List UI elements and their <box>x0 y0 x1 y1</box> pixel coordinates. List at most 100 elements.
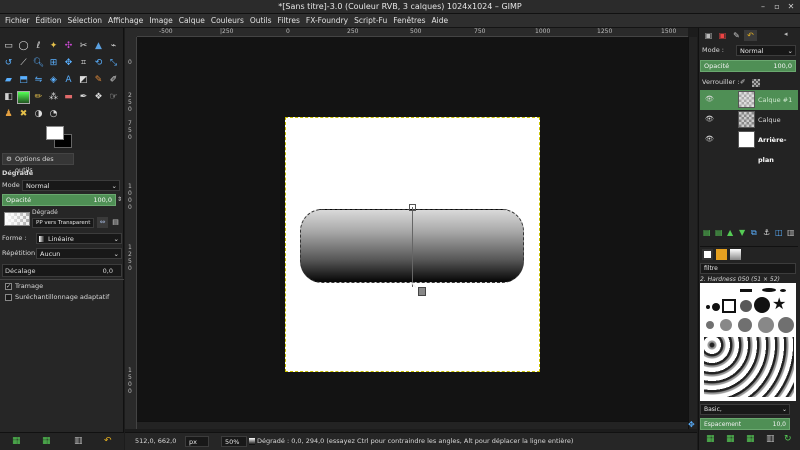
gradient-line[interactable] <box>412 207 413 287</box>
unit-dropdown[interactable]: px <box>185 436 209 447</box>
left-ruler[interactable]: 0 2 5 0 7 5 0 1 0 0 0 1 2 5 0 1 5 0 0 <box>125 37 137 429</box>
tab-layers-icon[interactable]: ▣ <box>702 30 715 41</box>
menu-calque[interactable]: Calque <box>176 14 208 28</box>
new-layer-icon[interactable]: ▤ <box>703 228 711 237</box>
opacity-spinner-icon[interactable]: ⇕ <box>117 194 122 205</box>
lock-pixels-icon[interactable]: ✐ <box>740 77 745 88</box>
brush-grid[interactable]: ★ <box>700 283 796 401</box>
repeat-dropdown[interactable]: Aucun ⌄ <box>36 248 122 259</box>
menu-fenetres[interactable]: Fenêtres <box>390 14 428 28</box>
horizontal-scrollbar[interactable] <box>137 421 688 429</box>
eye-icon[interactable]: 👁︎ <box>705 96 714 103</box>
layer-name[interactable]: Arrière-plan <box>758 130 798 170</box>
shape-dropdown[interactable]: Linéaire ⌄ <box>36 233 122 244</box>
duplicate-brush-icon[interactable]: ▦ <box>746 434 755 444</box>
edit-gradient-icon[interactable]: ▤ <box>110 217 121 228</box>
raise-layer-icon[interactable]: ▲ <box>727 228 733 237</box>
navigate-icon[interactable]: ✥ <box>688 421 697 429</box>
dodge-icon[interactable]: ♟ <box>2 108 15 121</box>
tab-gradients-icon[interactable] <box>730 249 741 260</box>
layer-row[interactable]: 👁︎ Calque <box>700 110 798 130</box>
brush-spacing-slider[interactable]: Espacement 10,0 <box>700 418 790 430</box>
menu-script-fu[interactable]: Script-Fu <box>351 14 390 28</box>
bucket-fill-icon[interactable]: ◩ <box>77 74 90 87</box>
heal-icon[interactable]: ✖ <box>17 108 30 121</box>
menu-filtres[interactable]: Filtres <box>275 14 303 28</box>
text-icon[interactable]: A <box>62 74 75 87</box>
delete-brush-icon[interactable]: ▥ <box>766 434 775 444</box>
duplicate-layer-icon[interactable]: ⧉ <box>751 228 757 238</box>
clone-icon[interactable]: ❖ <box>92 91 105 104</box>
mode-dropdown[interactable]: Normal ⌄ <box>22 180 120 191</box>
tab-patterns-icon[interactable] <box>716 249 727 260</box>
gradient-start-handle[interactable] <box>409 204 416 211</box>
zoom-dropdown[interactable]: 50% <box>221 436 247 447</box>
layer-name[interactable]: Calque #1 <box>758 90 792 110</box>
new-brush-icon[interactable]: ▦ <box>726 434 735 444</box>
layer-row[interactable]: 👁︎ Arrière-plan <box>700 130 798 164</box>
measure-icon[interactable]: ⟋ <box>17 57 30 70</box>
fuzzy-select-icon[interactable]: ✦ <box>47 40 60 53</box>
dither-checkbox[interactable]: ✓ <box>5 283 12 290</box>
foreground-select-icon[interactable]: ▲ <box>92 40 105 53</box>
menu-couleurs[interactable]: Couleurs <box>208 14 247 28</box>
airbrush-icon[interactable]: ⁂ <box>47 91 60 104</box>
menu-affichage[interactable]: Affichage <box>105 14 146 28</box>
foreground-color-swatch[interactable] <box>46 126 64 140</box>
mask-icon[interactable]: ◫ <box>775 228 783 237</box>
blend-icon[interactable] <box>17 91 30 104</box>
paths-icon[interactable]: ⌁ <box>107 40 120 53</box>
eye-icon[interactable]: 👁︎ <box>705 116 714 123</box>
brush-icon[interactable]: ✏ <box>32 91 45 104</box>
menu-fx-foundry[interactable]: FX-Foundry <box>303 14 351 28</box>
menu-outils[interactable]: Outils <box>247 14 275 28</box>
close-icon[interactable]: ✕ <box>786 2 796 12</box>
delete-options-icon[interactable]: ▥ <box>74 436 83 446</box>
layer-row[interactable]: 👁︎ Calque #1 <box>700 90 798 110</box>
maximize-icon[interactable]: ▫ <box>772 2 782 12</box>
color-select-icon[interactable]: ✣ <box>62 40 75 53</box>
free-select-icon[interactable]: ℓ <box>32 40 45 53</box>
save-options-icon[interactable]: ▦ <box>12 436 21 446</box>
brush-preset-dropdown[interactable]: Basic, ⌄ <box>700 404 790 415</box>
offset-slider[interactable]: Décalage 0,0 <box>2 264 122 277</box>
smudge-icon[interactable]: ☞ <box>107 91 120 104</box>
delete-layer-icon[interactable]: ▥ <box>787 228 795 237</box>
lower-layer-icon[interactable]: ▼ <box>739 228 745 237</box>
flip-icon[interactable]: ⇋ <box>32 74 45 87</box>
gradient-end-handle[interactable] <box>418 287 426 296</box>
perspective-icon[interactable]: ⬒ <box>17 74 30 87</box>
tab-channels-icon[interactable]: ▣ <box>716 30 729 41</box>
opacity-slider[interactable]: Opacité 100,0 <box>2 194 116 206</box>
reset-options-icon[interactable]: ↶ <box>104 436 112 446</box>
menu-aide[interactable]: Aide <box>429 14 452 28</box>
fill-icon[interactable]: ◧ <box>2 91 15 104</box>
scale-icon[interactable]: ⤡ <box>107 57 120 70</box>
gradient-preview[interactable] <box>4 212 30 226</box>
layer-name[interactable]: Calque <box>758 110 781 130</box>
reverse-gradient-icon[interactable]: ⇔ <box>97 217 108 228</box>
fg-bg-colors[interactable] <box>46 126 74 148</box>
shear-icon[interactable]: ▰ <box>2 74 15 87</box>
adaptive-supersampling-checkbox[interactable] <box>5 294 12 301</box>
restore-options-icon[interactable]: ▦ <box>42 436 51 446</box>
paintbrush-icon[interactable]: ✐ <box>107 74 120 87</box>
zoom-icon[interactable]: 🔍︎ <box>32 57 45 70</box>
anchor-layer-icon[interactable]: ⚓︎ <box>763 228 770 237</box>
new-layer-group-icon[interactable]: ▤ <box>715 228 723 237</box>
menu-image[interactable]: Image <box>146 14 176 28</box>
pencil-icon[interactable]: ✎ <box>92 74 105 87</box>
top-ruler[interactable]: -500 |250 0 250 500 750 1000 1250 1500 <box>137 28 688 37</box>
rect-select-icon[interactable]: ▭ <box>2 40 15 53</box>
layer-opacity-slider[interactable]: Opacité 100,0 <box>700 60 796 72</box>
crop-icon[interactable]: ⌗ <box>77 57 90 70</box>
minimize-icon[interactable]: – <box>758 2 768 12</box>
tab-tool-options[interactable]: ⚙ Options des outils <box>2 153 74 174</box>
lock-alpha-icon[interactable] <box>752 79 760 87</box>
gradient-name-field[interactable]: PP vers Transparent <box>32 218 94 228</box>
menu-fichier[interactable]: Fichier <box>2 14 33 28</box>
tab-undo-icon[interactable]: ↶ <box>744 30 757 41</box>
burn-icon[interactable]: ◔ <box>47 108 60 121</box>
tab-brushes-icon[interactable] <box>702 249 713 260</box>
menu-selection[interactable]: Sélection <box>64 14 105 28</box>
